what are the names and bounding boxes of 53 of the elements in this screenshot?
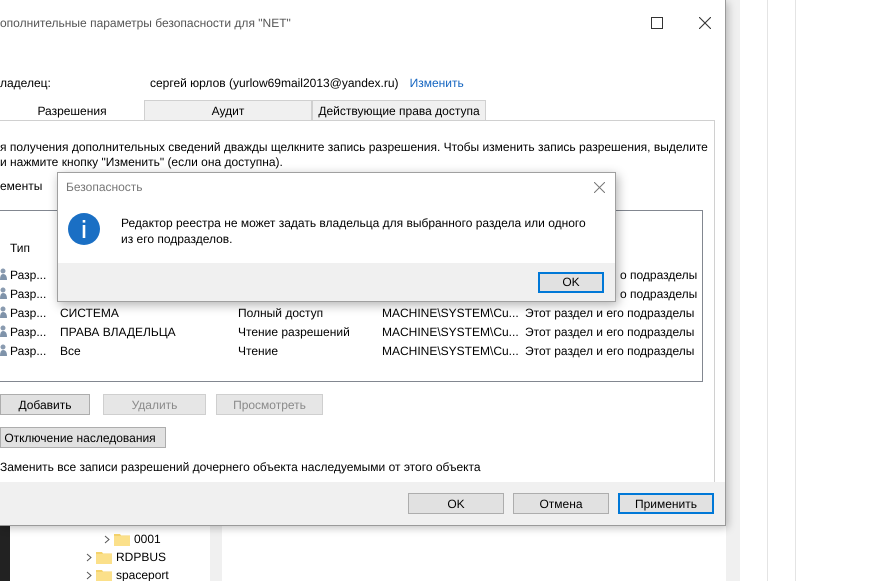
table-cell: о подразделы [620,268,698,282]
table-cell: Этот раздел и его подразделы [525,306,694,320]
dialog-message: Редактор реестра не может задать владельца для выбранного раздела или одного из его подразделов. [121,215,587,247]
tab[interactable]: Аудит [144,100,312,120]
table-cell: Этот раздел и его подразделы [525,344,694,358]
table-cell: Разр... [10,286,46,300]
maximize-icon[interactable] [651,16,663,28]
dialog-button[interactable]: OK [408,493,504,514]
table-cell: Полный доступ [238,306,324,320]
info-icon [68,213,100,245]
change-owner-link[interactable]: Изменить [410,76,464,90]
tree-item[interactable]: 0001 [134,532,161,546]
table-cell: Разр... [10,344,46,358]
table-cell: СИСТЕМА [60,306,119,320]
tree-item[interactable]: RDPBUS [116,550,166,564]
table-cell: о подразделы [620,286,698,300]
table-cell: MACHINE\SYSTEM\Cu... [382,344,519,358]
entry-button[interactable]: Добавить [0,394,90,415]
replace-option-label[interactable]: Заменить все записи разрешений дочернего объекта наследуемыми от этого объекта [0,460,714,474]
user-icon [0,287,7,299]
table-cell: MACHINE\SYSTEM\Cu... [382,306,519,320]
dialog-button[interactable]: Отмена [513,493,609,514]
column-header[interactable]: Тип [0,241,30,255]
folder-icon [96,550,112,564]
folder-icon [96,568,112,581]
owner-name: сергей юрлов (yurlow69mail2013@yandex.ru) [150,76,399,90]
table-cell: Разр... [10,306,46,320]
expand-icon[interactable] [104,534,110,544]
instruction-text: и нажмите кнопку "Изменить" (если она доступна). [0,155,283,170]
user-icon [0,325,7,337]
ok-button[interactable]: OK [538,272,604,292]
list-label: ементы [0,179,42,193]
table-cell: Разр... [10,268,46,282]
dialog-title: Безопасность [66,180,143,194]
user-icon [0,268,7,280]
table-cell: ПРАВА ВЛАДЕЛЬЦА [60,324,176,338]
user-icon [0,344,7,356]
close-icon[interactable] [699,16,711,28]
table-cell: Чтение разрешений [238,324,350,338]
table-cell: Разр... [10,324,46,338]
table-cell: Этот раздел и его подразделы [525,324,694,338]
owner-label: ладелец: [0,76,52,90]
dialog-button[interactable]: Применить [618,493,714,514]
table-cell: Все [60,344,81,358]
instruction-text: я получения дополнительных сведений дважды щелкните запись разрешения. Чтобы изменить запись разрешения, выделите [0,140,708,155]
disable-inheritance-button[interactable]: Отключение наследования [0,427,166,448]
folder-icon [114,532,130,546]
table-cell: Чтение [238,344,278,358]
tab[interactable]: Действующие права доступа [312,100,486,120]
window-title: ополнительные параметры безопасности для "NET" [0,16,291,30]
dark-panel [0,526,10,581]
table-cell: MACHINE\SYSTEM\Cu... [382,324,519,338]
user-icon [0,306,7,318]
